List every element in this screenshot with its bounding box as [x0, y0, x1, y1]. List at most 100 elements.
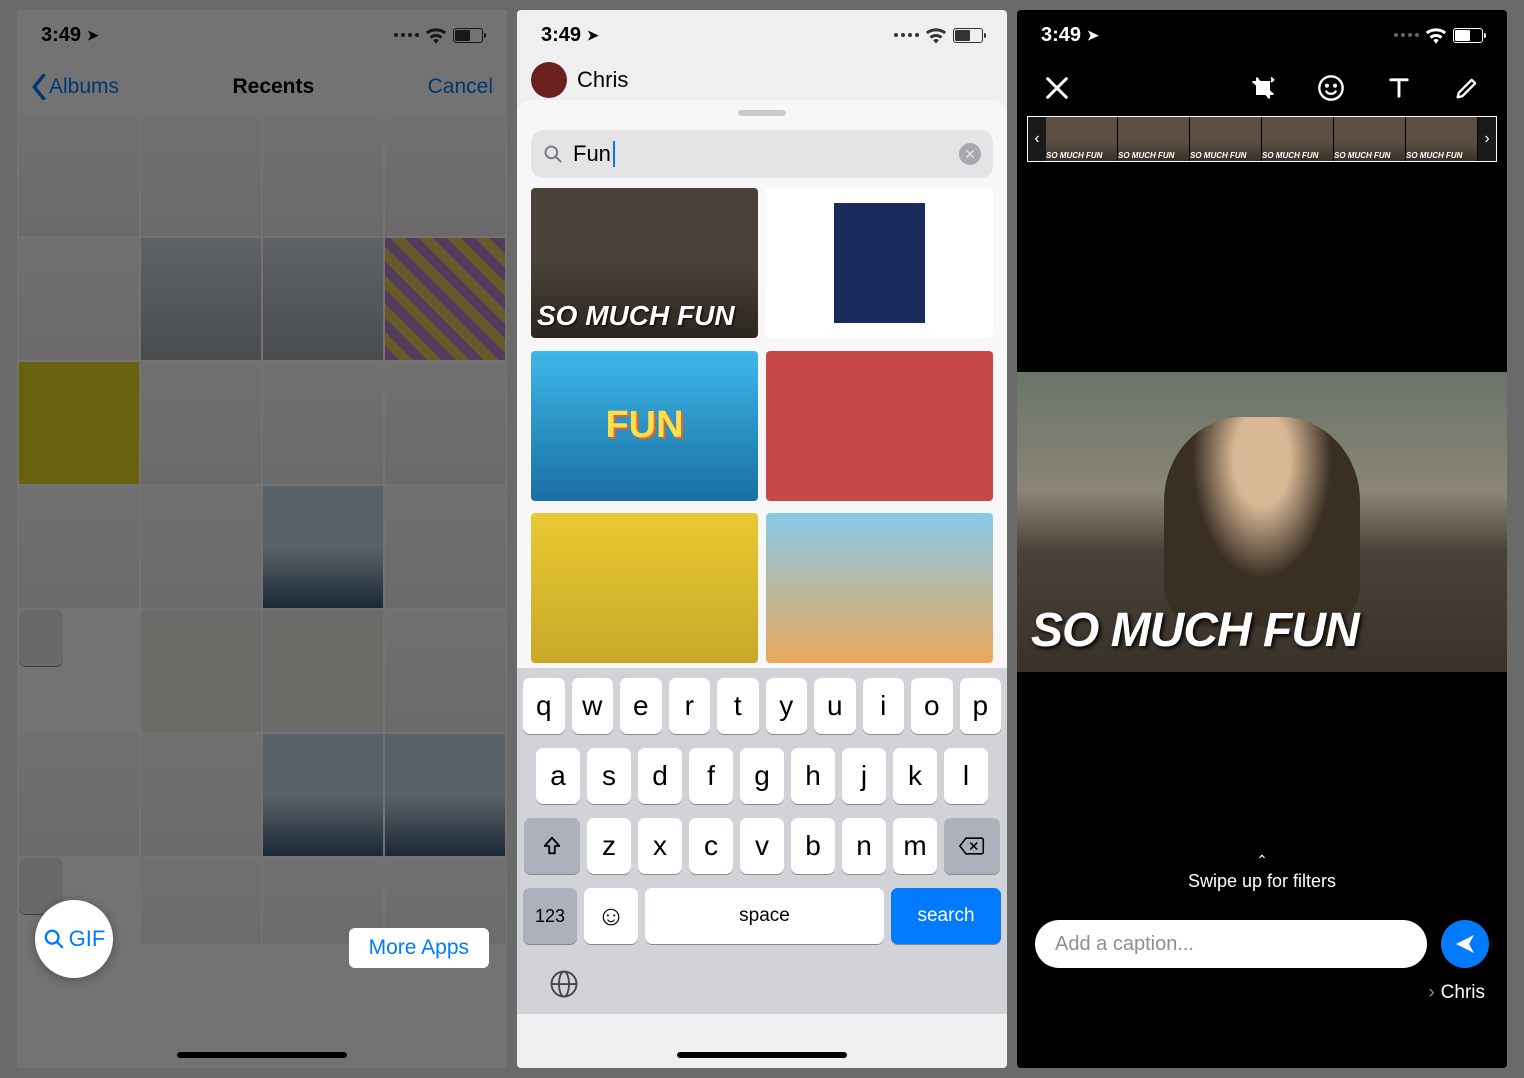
photo-thumb[interactable]	[385, 734, 505, 856]
key-c[interactable]: c	[689, 818, 733, 874]
timeline-frame[interactable]: SO MUCH FUN	[1046, 117, 1118, 161]
photo-thumb[interactable]	[141, 362, 261, 484]
key-s[interactable]: s	[587, 748, 631, 804]
search-icon	[43, 928, 65, 950]
gif-result[interactable]	[766, 188, 993, 338]
key-w[interactable]: w	[572, 678, 614, 734]
timeline-frame[interactable]: SO MUCH FUN	[1190, 117, 1262, 161]
status-bar: 3:49➤	[1017, 10, 1507, 60]
gif-search-button[interactable]: GIF	[35, 900, 113, 978]
strip-next-icon[interactable]: ›	[1478, 130, 1496, 148]
key-o[interactable]: o	[911, 678, 953, 734]
gif-result[interactable]: SO MUCH FUN	[531, 188, 758, 338]
gif-result[interactable]	[766, 513, 993, 663]
photo-thumb[interactable]	[385, 114, 505, 236]
key-v[interactable]: v	[740, 818, 784, 874]
photo-thumb[interactable]	[19, 362, 139, 484]
key-b[interactable]: b	[791, 818, 835, 874]
space-key[interactable]: space	[645, 888, 884, 944]
photo-thumb[interactable]	[19, 114, 139, 236]
timeline-frame[interactable]: SO MUCH FUN	[1262, 117, 1334, 161]
back-to-albums-button[interactable]: Albums	[31, 74, 119, 100]
photo-thumb[interactable]	[263, 238, 383, 360]
crop-rotate-button[interactable]	[1247, 72, 1279, 104]
battery-icon	[1453, 28, 1483, 43]
swipe-hint[interactable]: ⌃ Swipe up for filters	[1017, 852, 1507, 892]
key-q[interactable]: q	[523, 678, 565, 734]
close-button[interactable]	[1041, 72, 1073, 104]
photo-thumb[interactable]	[263, 362, 383, 484]
photo-thumb[interactable]	[141, 238, 261, 360]
cellular-dots-icon	[1394, 33, 1419, 37]
key-r[interactable]: r	[669, 678, 711, 734]
draw-button[interactable]	[1451, 72, 1483, 104]
photo-thumb[interactable]	[263, 486, 383, 608]
key-y[interactable]: y	[766, 678, 808, 734]
frame-caption: SO MUCH FUN	[1262, 151, 1333, 160]
key-k[interactable]: k	[893, 748, 937, 804]
chat-header[interactable]: Chris	[517, 60, 1007, 100]
key-i[interactable]: i	[863, 678, 905, 734]
photo-thumb[interactable]	[141, 610, 261, 732]
backspace-key[interactable]	[944, 818, 1000, 874]
photo-thumb[interactable]	[385, 610, 505, 732]
emoji-key[interactable]: ☺	[584, 888, 638, 944]
photo-thumb[interactable]	[141, 486, 261, 608]
keyboard-action-key[interactable]: search	[891, 888, 1001, 944]
photo-thumb[interactable]	[263, 734, 383, 856]
key-g[interactable]: g	[740, 748, 784, 804]
key-n[interactable]: n	[842, 818, 886, 874]
photo-thumb[interactable]	[141, 858, 261, 944]
more-apps-button[interactable]: More Apps	[349, 928, 489, 968]
home-indicator[interactable]	[177, 1052, 347, 1058]
send-button[interactable]	[1441, 920, 1489, 968]
key-x[interactable]: x	[638, 818, 682, 874]
sheet-handle[interactable]	[738, 110, 786, 116]
key-p[interactable]: p	[960, 678, 1002, 734]
gif-search-field[interactable]: Fun ✕	[531, 130, 993, 178]
shift-key[interactable]	[524, 818, 580, 874]
battery-icon	[953, 28, 983, 43]
photo-thumb[interactable]	[263, 610, 383, 732]
timeline-frame[interactable]: SO MUCH FUN	[1406, 117, 1478, 161]
key-z[interactable]: z	[587, 818, 631, 874]
frame-strip[interactable]: ‹ SO MUCH FUNSO MUCH FUNSO MUCH FUNSO MU…	[1027, 116, 1497, 162]
frame-caption: SO MUCH FUN	[1334, 151, 1405, 160]
photo-thumb[interactable]	[385, 238, 505, 360]
key-l[interactable]: l	[944, 748, 988, 804]
globe-key[interactable]	[523, 954, 1001, 1014]
sticker-button[interactable]	[1315, 72, 1347, 104]
key-u[interactable]: u	[814, 678, 856, 734]
key-m[interactable]: m	[893, 818, 937, 874]
photo-thumb[interactable]	[19, 486, 139, 608]
timeline-frame[interactable]: SO MUCH FUN	[1118, 117, 1190, 161]
gif-result[interactable]	[531, 513, 758, 663]
text-button[interactable]	[1383, 72, 1415, 104]
timeline-frame[interactable]: SO MUCH FUN	[1334, 117, 1406, 161]
photo-thumb[interactable]	[141, 114, 261, 236]
photo-thumb[interactable]	[19, 610, 63, 666]
photo-thumb[interactable]	[385, 486, 505, 608]
photo-thumb[interactable]	[19, 734, 139, 856]
gif-result[interactable]: FUN	[531, 351, 758, 501]
photo-thumb[interactable]	[19, 238, 139, 360]
numeric-key[interactable]: 123	[523, 888, 577, 944]
key-t[interactable]: t	[717, 678, 759, 734]
gif-result[interactable]	[766, 351, 993, 501]
key-a[interactable]: a	[536, 748, 580, 804]
photo-thumb[interactable]	[263, 114, 383, 236]
cancel-button[interactable]: Cancel	[428, 75, 493, 99]
recipient-row[interactable]: ›Chris	[1017, 968, 1507, 1004]
key-f[interactable]: f	[689, 748, 733, 804]
key-j[interactable]: j	[842, 748, 886, 804]
clear-search-button[interactable]: ✕	[959, 143, 981, 165]
photo-thumb[interactable]	[141, 734, 261, 856]
key-h[interactable]: h	[791, 748, 835, 804]
strip-prev-icon[interactable]: ‹	[1028, 130, 1046, 148]
photo-thumb[interactable]	[385, 362, 505, 484]
caption-input[interactable]: Add a caption...	[1035, 920, 1427, 968]
search-icon	[543, 144, 563, 164]
home-indicator[interactable]	[677, 1052, 847, 1058]
key-d[interactable]: d	[638, 748, 682, 804]
key-e[interactable]: e	[620, 678, 662, 734]
